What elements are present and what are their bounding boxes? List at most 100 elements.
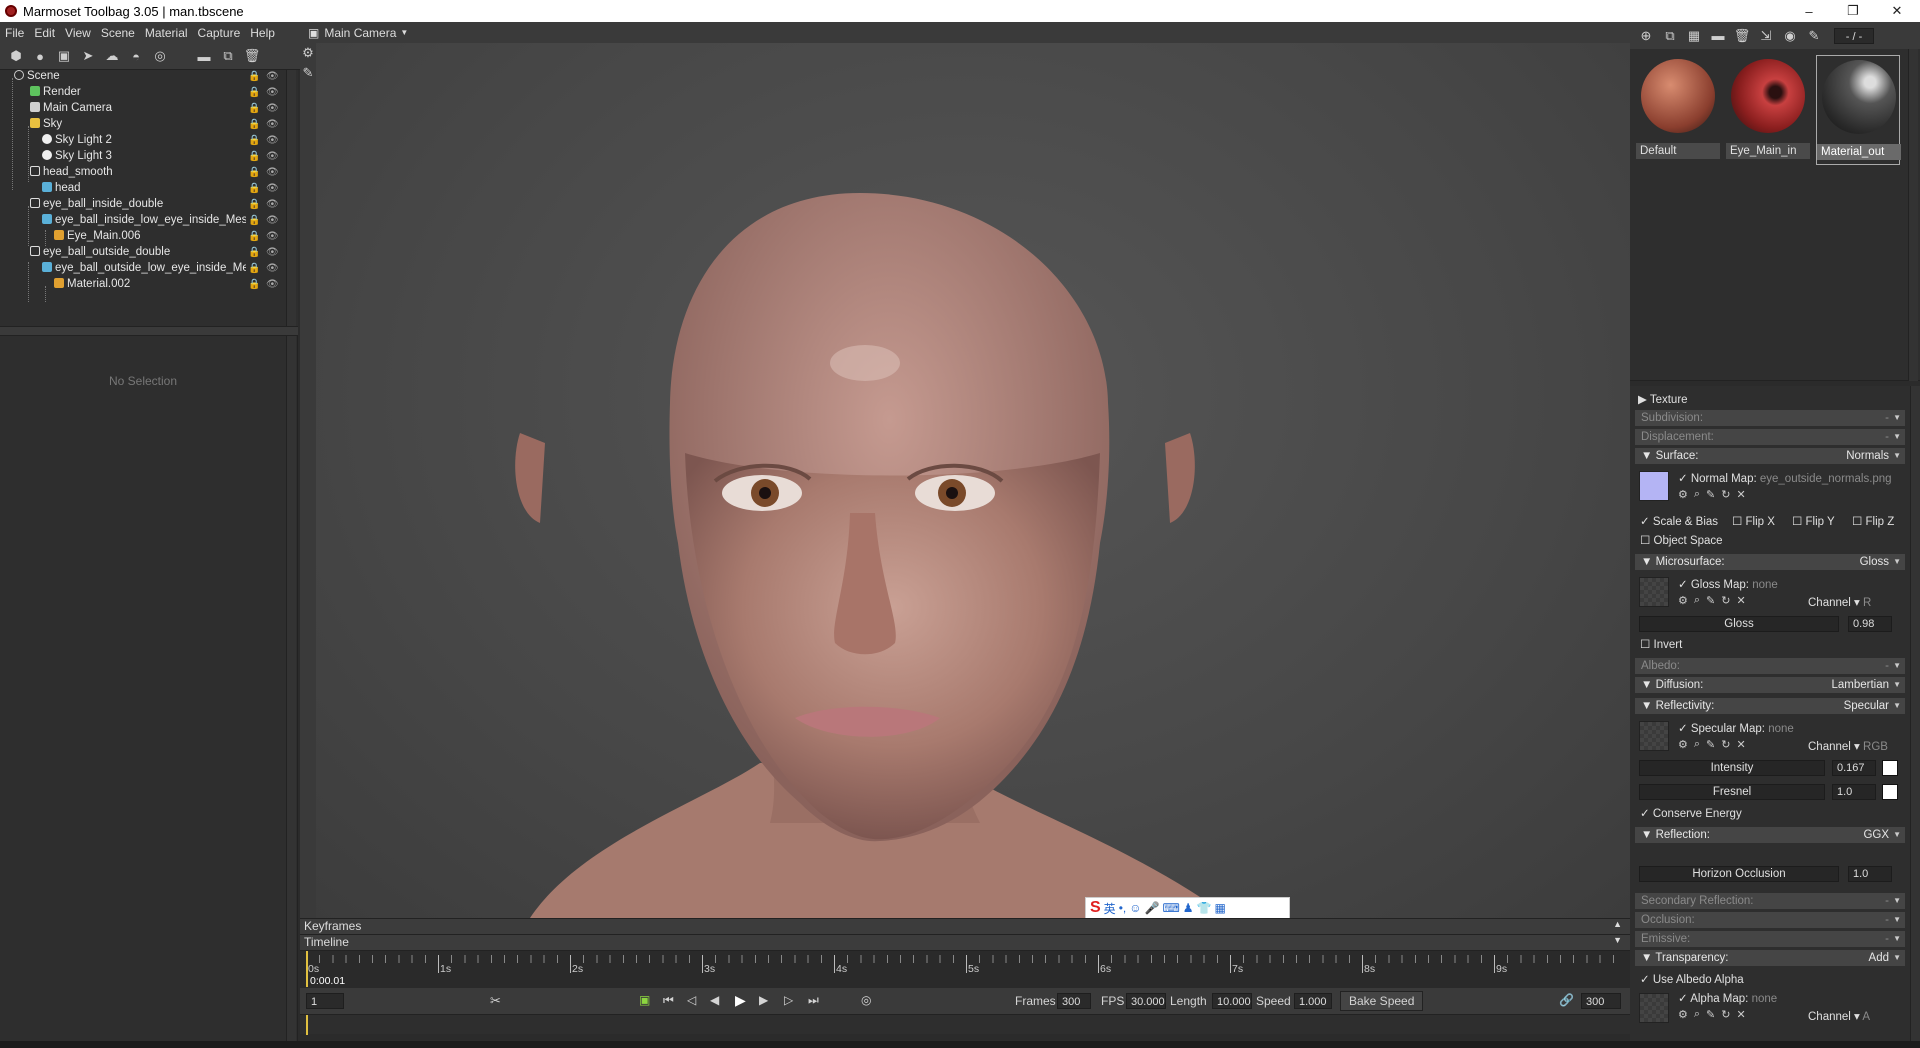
add-object-icon[interactable]: ⬢ bbox=[6, 46, 26, 66]
menu-help[interactable]: Help bbox=[245, 26, 280, 40]
eye-icon[interactable]: 👁 bbox=[266, 215, 279, 226]
reload-icon[interactable]: ↻ bbox=[1721, 1008, 1730, 1021]
eye-icon[interactable]: 👁 bbox=[266, 103, 279, 114]
gloss-channel-select[interactable]: Channel ▾ R bbox=[1808, 595, 1871, 609]
add-turntable-icon[interactable]: ◎ bbox=[150, 46, 170, 66]
close-icon[interactable]: ✕ bbox=[1736, 594, 1745, 607]
lock-icon[interactable]: 🔒 bbox=[248, 263, 260, 274]
eye-icon[interactable]: 👁 bbox=[266, 279, 279, 290]
duplicate-icon[interactable]: ⧉ bbox=[218, 46, 238, 66]
delete-material-icon[interactable]: 🗑 bbox=[1732, 26, 1752, 46]
tree-item-eye-ball-outside-double[interactable]: eye_ball_outside_double 🔒 👁 bbox=[0, 246, 290, 262]
timeline-header[interactable]: Timeline ▼ bbox=[300, 934, 1630, 950]
lock-icon[interactable]: 🔒 bbox=[248, 87, 260, 98]
keyframes-header[interactable]: Keyframes ▲ bbox=[300, 918, 1630, 934]
restore-button[interactable]: ❐ bbox=[1830, 0, 1876, 22]
expand-icon[interactable]: ▲ bbox=[1613, 919, 1622, 929]
pencil-icon[interactable]: ✎ bbox=[1706, 1008, 1715, 1021]
brush-icon[interactable]: ✎ bbox=[300, 63, 316, 83]
timeline-ruler[interactable]: 0s 1s 2s 3s 4s 5s 6s 7s 8s 9s 0:00.01 bbox=[300, 950, 1630, 988]
eye-icon[interactable]: 👁 bbox=[266, 247, 279, 258]
delete-icon[interactable]: 🗑 bbox=[242, 46, 262, 66]
lock-icon[interactable]: 🔒 bbox=[248, 119, 260, 130]
reload-icon[interactable]: ↻ bbox=[1721, 488, 1730, 501]
tree-item-sky-light-3[interactable]: Sky Light 3 🔒 👁 bbox=[0, 150, 290, 166]
lock-icon[interactable]: 🔒 bbox=[248, 183, 260, 194]
pencil-icon[interactable]: ✎ bbox=[1706, 738, 1715, 751]
gear-icon[interactable]: ⚙ bbox=[1678, 488, 1688, 501]
step-back-icon[interactable]: ◀ bbox=[710, 993, 719, 1007]
chevron-down-icon[interactable]: ▼ bbox=[1893, 448, 1901, 464]
pencil-icon[interactable]: ✎ bbox=[1706, 488, 1715, 501]
reload-icon[interactable]: ↻ bbox=[1721, 738, 1730, 751]
eye-icon[interactable]: 👁 bbox=[266, 183, 279, 194]
gloss-map-thumbnail[interactable] bbox=[1639, 577, 1669, 607]
pencil-icon[interactable]: ✎ bbox=[1706, 594, 1715, 607]
play-icon[interactable]: ▶ bbox=[735, 992, 746, 1009]
horizon-occlusion-value[interactable]: 1.0 bbox=[1848, 866, 1892, 882]
collapse-icon[interactable]: ▼ bbox=[1613, 935, 1622, 945]
tree-item-main-camera[interactable]: Main Camera 🔒 👁 bbox=[0, 102, 290, 118]
edit-icon[interactable]: ✎ bbox=[1804, 26, 1824, 46]
3d-viewport[interactable] bbox=[300, 43, 1630, 918]
reflectivity-section[interactable]: ▼ Reflectivity: Specular ▼ bbox=[1635, 698, 1905, 714]
lock-icon[interactable]: 🔒 bbox=[248, 103, 260, 114]
intensity-slider[interactable]: Intensity bbox=[1639, 760, 1825, 776]
prev-key-icon[interactable]: ◁ bbox=[687, 993, 696, 1007]
conserve-energy-checkbox[interactable]: ✓ Conserve Energy bbox=[1640, 806, 1742, 820]
texture-section[interactable]: ▶ Texture bbox=[1638, 392, 1688, 406]
tree-item-head-smooth[interactable]: head_smooth 🔒 👁 bbox=[0, 166, 290, 182]
normal-map-thumbnail[interactable] bbox=[1639, 471, 1669, 501]
secondary-reflection-section[interactable]: Secondary Reflection: - ▼ bbox=[1635, 893, 1905, 909]
use-albedo-alpha-checkbox[interactable]: ✓ Use Albedo Alpha bbox=[1640, 972, 1744, 986]
reflection-section[interactable]: ▼ Reflection: GGX ▼ bbox=[1635, 827, 1905, 843]
link-icon[interactable]: 🔗 bbox=[1559, 993, 1574, 1007]
next-key-icon[interactable]: ▷ bbox=[784, 993, 793, 1007]
material-list-scrollbar[interactable] bbox=[1908, 49, 1918, 381]
diffusion-section[interactable]: ▼ Diffusion: Lambertian ▼ bbox=[1635, 677, 1905, 693]
skin-icon[interactable]: 👕 bbox=[1197, 901, 1212, 915]
tree-item-sky-light-2[interactable]: Sky Light 2 🔒 👁 bbox=[0, 134, 290, 150]
occlusion-section[interactable]: Occlusion: - ▼ bbox=[1635, 912, 1905, 928]
minimize-button[interactable]: – bbox=[1786, 0, 1832, 22]
close-button[interactable]: ✕ bbox=[1874, 0, 1920, 22]
chevron-down-icon[interactable]: ▼ bbox=[1893, 677, 1901, 693]
displacement-section[interactable]: Displacement: - ▼ bbox=[1635, 429, 1905, 445]
close-icon[interactable]: ✕ bbox=[1736, 738, 1745, 751]
tree-item-sky[interactable]: Sky 🔒 👁 bbox=[0, 118, 290, 134]
duplicate-material-icon[interactable]: ⧉ bbox=[1660, 26, 1680, 46]
user-icon[interactable]: ♟ bbox=[1183, 901, 1194, 915]
eye-icon[interactable]: 👁 bbox=[266, 87, 279, 98]
eye-icon[interactable]: 👁 bbox=[266, 119, 279, 130]
flip-x-checkbox[interactable]: ☐ Flip X bbox=[1732, 514, 1775, 528]
ime-language-toggle[interactable]: 英 bbox=[1104, 900, 1116, 917]
reload-icon[interactable]: ↻ bbox=[1721, 594, 1730, 607]
tree-item-scene[interactable]: Scene 🔒 👁 bbox=[0, 70, 290, 86]
lock-icon[interactable]: 🔒 bbox=[248, 279, 260, 290]
menu-file[interactable]: File bbox=[0, 26, 29, 40]
eye-icon[interactable]: 👁 bbox=[266, 71, 279, 82]
flip-y-checkbox[interactable]: ☐ Flip Y bbox=[1792, 514, 1835, 528]
eye-icon[interactable]: 👁 bbox=[266, 199, 279, 210]
step-forward-icon[interactable]: ▶ bbox=[759, 993, 768, 1007]
folder-icon[interactable]: ▬ bbox=[1708, 26, 1728, 46]
frames-field[interactable]: 300 bbox=[1057, 993, 1091, 1009]
add-camera-icon[interactable]: ▣ bbox=[54, 46, 74, 66]
chevron-down-icon[interactable]: ▼ bbox=[1893, 554, 1901, 570]
eye-icon[interactable]: 👁 bbox=[266, 167, 279, 178]
scissors-icon[interactable]: ✂ bbox=[490, 993, 501, 1009]
search-icon[interactable]: ⌕ bbox=[1694, 488, 1700, 501]
lock-icon[interactable]: 🔒 bbox=[248, 135, 260, 146]
gear-icon[interactable]: ⚙ bbox=[1678, 1008, 1688, 1021]
chevron-down-icon[interactable]: ▼ bbox=[1893, 429, 1901, 445]
invert-checkbox[interactable]: ☐ Invert bbox=[1640, 637, 1682, 651]
fresnel-slider[interactable]: Fresnel bbox=[1639, 784, 1825, 800]
search-icon[interactable]: ⌕ bbox=[1694, 594, 1700, 607]
length-field[interactable]: 10.000 bbox=[1212, 993, 1252, 1009]
gear-icon[interactable]: ⚙ bbox=[1678, 594, 1688, 607]
menu-capture[interactable]: Capture bbox=[193, 26, 246, 40]
emoji-icon[interactable]: ☺ bbox=[1129, 901, 1141, 915]
tree-item-render[interactable]: Render 🔒 👁 bbox=[0, 86, 290, 102]
tree-item-eye-main-006[interactable]: Eye_Main.006 🔒 👁 bbox=[0, 230, 290, 246]
tree-item-eye-ball-inside-double[interactable]: eye_ball_inside_double 🔒 👁 bbox=[0, 198, 290, 214]
